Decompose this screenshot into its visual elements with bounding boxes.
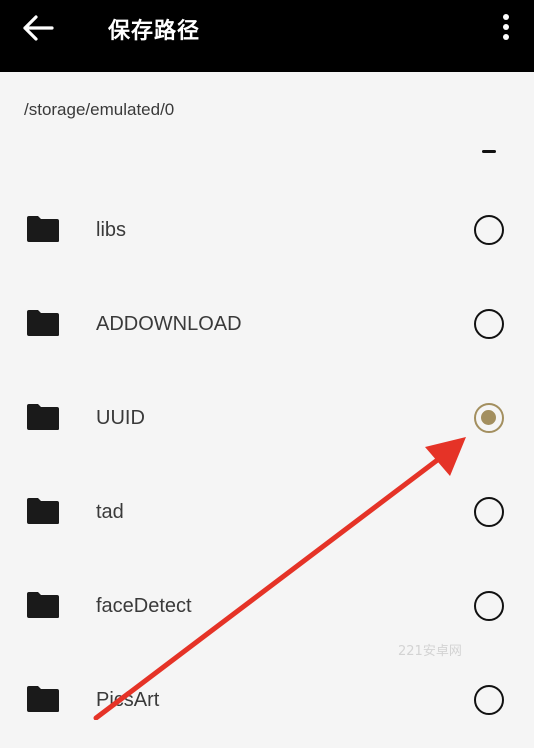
folder-icon: [27, 498, 59, 524]
radio-button[interactable]: [474, 309, 504, 339]
radio-dot: [481, 410, 496, 425]
radio-button[interactable]: [474, 591, 504, 621]
more-vert-icon[interactable]: [496, 12, 516, 42]
app-bar: 保存路径: [0, 0, 534, 72]
folder-row[interactable]: UUID: [0, 372, 534, 466]
radio-button[interactable]: [474, 215, 504, 245]
radio-button[interactable]: [474, 685, 504, 715]
folder-name: tad: [96, 501, 124, 523]
folder-row[interactable]: ADDOWNLOAD: [0, 278, 534, 372]
scroll-indicator: [482, 150, 496, 153]
folder-icon: [27, 216, 59, 242]
folder-icon: [27, 310, 59, 336]
folder-icon: [27, 592, 59, 618]
radio-button[interactable]: [474, 403, 504, 433]
folder-name: libs: [96, 219, 127, 241]
folder-name: faceDetect: [96, 595, 192, 617]
watermark: 221安卓网: [398, 644, 462, 659]
folder-name: UUID: [96, 407, 145, 429]
folder-icon: [27, 404, 59, 430]
arrow-left-icon[interactable]: [22, 14, 54, 42]
folder-row[interactable]: PicsArt: [0, 654, 534, 748]
folder-list: libs ADDOWNLOAD UUID tad faceDetect Pics: [0, 184, 534, 748]
radio-button[interactable]: [474, 497, 504, 527]
page-title: 保存路径: [108, 19, 201, 44]
folder-name: PicsArt: [96, 689, 160, 711]
current-path: /storage/emulated/0: [24, 100, 175, 119]
folder-name: ADDOWNLOAD: [96, 313, 242, 335]
folder-row[interactable]: libs: [0, 184, 534, 278]
folder-row[interactable]: tad: [0, 466, 534, 560]
folder-icon: [27, 686, 59, 712]
